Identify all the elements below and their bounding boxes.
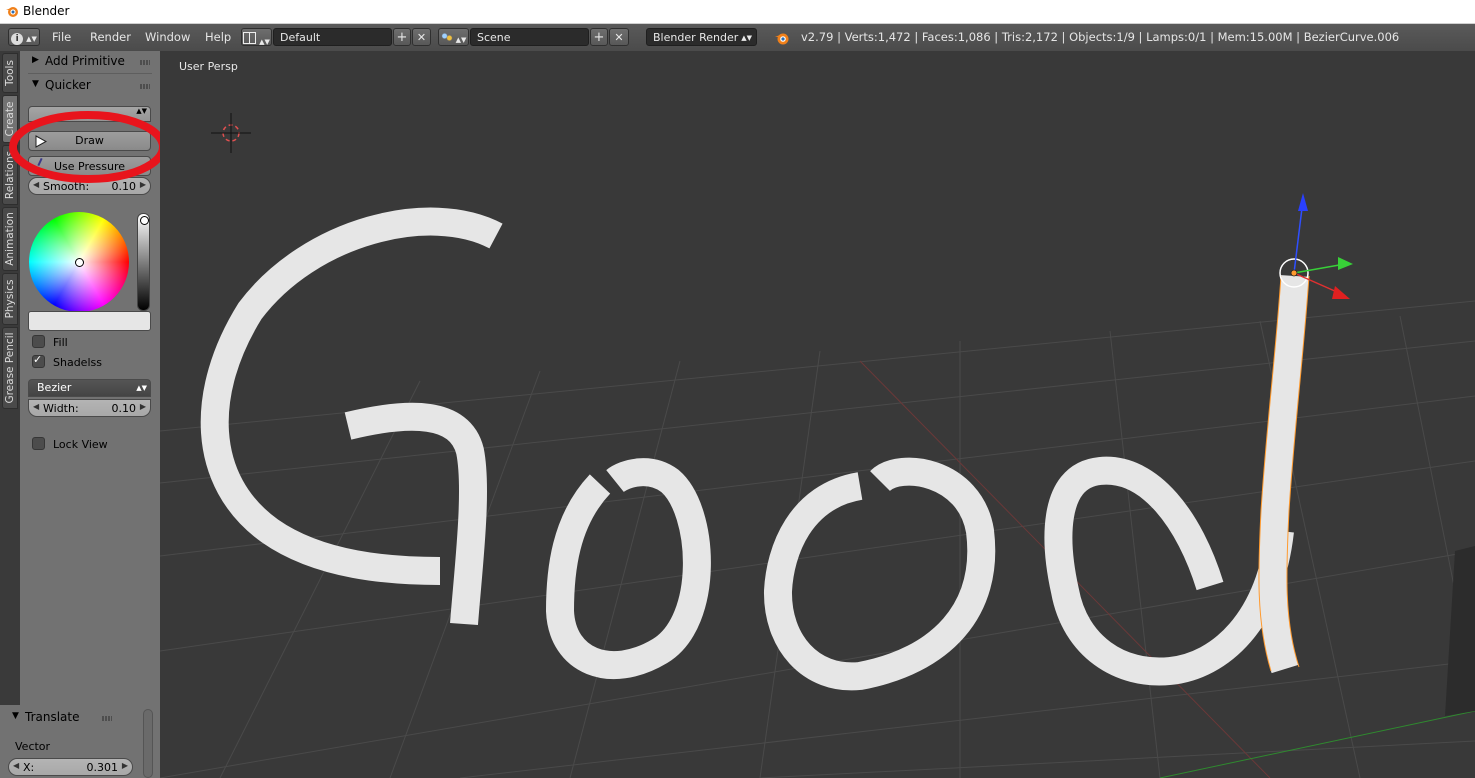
panel-grip-icon[interactable] xyxy=(140,84,150,89)
vector-x-field[interactable]: ◀ X: 0.301 ▶ xyxy=(8,758,133,776)
menu-help[interactable]: Help xyxy=(205,30,231,44)
panel-grip-icon[interactable] xyxy=(140,60,150,65)
fill-label: Fill xyxy=(53,336,68,349)
tab-physics[interactable]: Physics xyxy=(2,273,18,325)
tab-grease-pencil[interactable]: Grease Pencil xyxy=(2,327,18,409)
editor-layout-icon xyxy=(243,32,257,44)
scene-selector-button[interactable]: ▲▼ xyxy=(438,28,469,46)
info-header: i ▲▼ File Render Window Help ▲▼ Default +… xyxy=(0,24,1475,52)
render-engine-dropdown[interactable]: Blender Render ▲▼ xyxy=(646,28,757,46)
render-engine-icon xyxy=(775,33,789,45)
tab-animation[interactable]: Animation xyxy=(2,207,18,271)
add-scene-button[interactable]: + xyxy=(590,28,608,46)
panel-translate[interactable]: ▼ Translate xyxy=(0,707,140,729)
layout-name-field[interactable]: Default xyxy=(273,28,392,46)
window-title: Blender xyxy=(23,4,70,18)
operator-scrollbar[interactable] xyxy=(143,709,153,778)
collapse-arrow-icon: ▼ xyxy=(32,79,39,89)
color-swatch[interactable] xyxy=(28,311,151,331)
3d-viewport[interactable]: User Persp xyxy=(160,51,1475,778)
render-engine-label: Blender Render xyxy=(653,31,739,44)
menu-file[interactable]: File xyxy=(52,30,71,44)
shadeless-checkbox[interactable]: ✓ xyxy=(32,353,45,368)
expand-arrow-icon: ▶ xyxy=(32,55,39,65)
width-field[interactable]: ◀ Width: 0.10 ▶ xyxy=(28,399,151,417)
scene-name-field[interactable]: Scene xyxy=(470,28,589,46)
checkmark-icon: ✓ xyxy=(33,353,43,366)
lock-view-checkbox[interactable] xyxy=(32,437,45,450)
curve-type-dropdown[interactable]: Bezier ▲▼ xyxy=(28,379,151,397)
annotation-ellipse xyxy=(9,111,167,183)
scene-icon xyxy=(440,32,453,42)
drawn-curves xyxy=(200,207,1309,691)
curve-type-label: Bezier xyxy=(37,381,72,394)
editor-type-button[interactable]: i ▲▼ xyxy=(8,28,40,46)
panel-grip-icon[interactable] xyxy=(102,716,112,721)
delete-layout-button[interactable]: ✕ xyxy=(412,28,431,46)
viewport-canvas[interactable] xyxy=(160,51,1475,778)
add-layout-button[interactable]: + xyxy=(393,28,411,46)
window-titlebar: Blender xyxy=(0,0,1475,24)
fill-checkbox[interactable] xyxy=(32,335,45,348)
y-axis-line xyxy=(1159,710,1475,778)
value-slider-handle[interactable] xyxy=(140,216,149,225)
scene-stats: v2.79 | Verts:1,472 | Faces:1,086 | Tris… xyxy=(801,30,1400,44)
value-slider[interactable] xyxy=(137,213,150,311)
layout-selector-button[interactable]: ▲▼ xyxy=(241,28,272,46)
info-icon: i xyxy=(11,33,24,45)
delete-scene-button[interactable]: ✕ xyxy=(609,28,629,46)
tool-shelf: ▶ Add Primitive ▼ Quicker ▲▼ Draw Use Pr… xyxy=(9,51,167,706)
blender-logo-icon xyxy=(6,7,18,17)
color-picker-handle[interactable] xyxy=(75,258,84,267)
operator-panel: ▼ Translate Vector ◀ X: 0.301 ▶ xyxy=(0,705,160,778)
panel-add-primitive[interactable]: ▶ Add Primitive xyxy=(20,51,160,73)
color-wheel[interactable] xyxy=(29,212,129,312)
lock-view-label: Lock View xyxy=(53,438,108,451)
menu-window[interactable]: Window xyxy=(145,30,190,44)
tab-tools[interactable]: Tools xyxy=(2,53,18,93)
3d-cursor-icon xyxy=(211,113,251,153)
panel-quicker[interactable]: ▼ Quicker xyxy=(20,75,160,97)
menu-render[interactable]: Render xyxy=(90,30,131,44)
collapse-arrow-icon: ▼ xyxy=(12,711,19,721)
dark-object-edge xyxy=(1445,546,1475,716)
vector-label: Vector xyxy=(15,740,51,753)
shadeless-label: Shadelss xyxy=(53,356,102,369)
